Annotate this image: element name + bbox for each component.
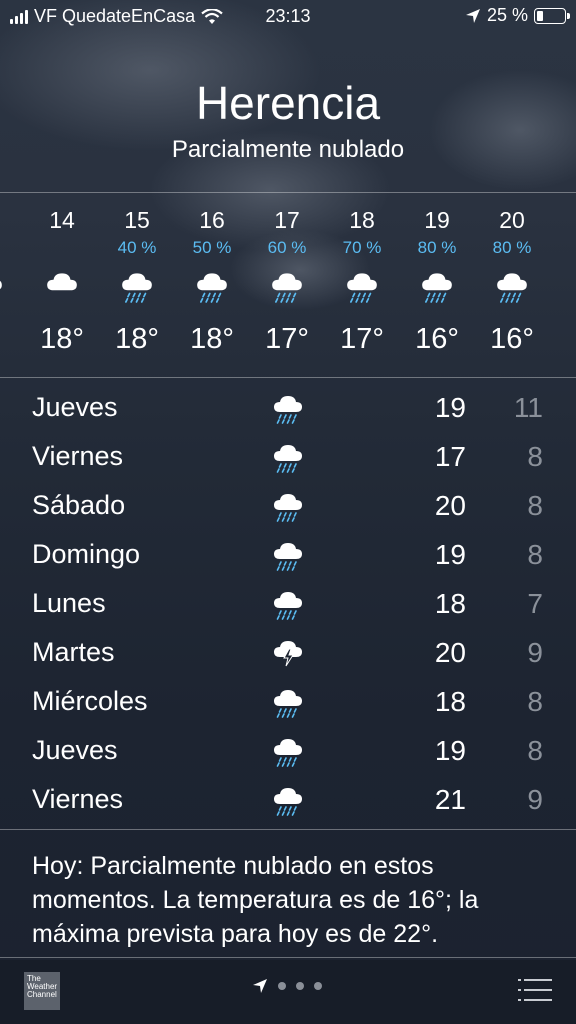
hour-label: 2 xyxy=(552,207,576,234)
list-icon[interactable] xyxy=(518,978,552,1002)
rain-icon xyxy=(344,267,380,303)
rain-icon xyxy=(271,684,305,718)
low-temp: 8 xyxy=(527,441,543,472)
city-name: Herencia xyxy=(195,77,381,129)
today-summary: Hoy: Parcialmente nublado en estos momen… xyxy=(32,852,479,948)
divider xyxy=(0,957,576,958)
rain-icon xyxy=(269,267,305,303)
day-name: Domingo xyxy=(32,539,141,569)
rain-icon xyxy=(194,267,230,303)
daily-row: Martes 20 9 xyxy=(0,629,576,678)
day-name: Martes xyxy=(32,637,115,667)
daily-row: Lunes 18 7 xyxy=(0,580,576,629)
status-bar: VF QuedateEnCasa 23:13 25 % xyxy=(0,0,576,32)
hourly-forecast[interactable]: 13 ° 14 18° 15 40 % 18° 16 50 % 18° 17 60 % 17° 18 70 … xyxy=(0,193,576,377)
low-temp: 9 xyxy=(527,637,543,668)
hour-label: 18 xyxy=(349,207,375,233)
day-name: Jueves xyxy=(32,735,118,765)
daily-row: Jueves 19 8 xyxy=(0,727,576,776)
rain-icon xyxy=(271,733,305,767)
page-dot[interactable] xyxy=(314,982,322,990)
weather-channel-logo[interactable]: The Weather Channel xyxy=(24,972,60,1010)
precip-chance: 60 % xyxy=(267,238,307,257)
rain-icon xyxy=(271,782,305,816)
rain-icon xyxy=(419,267,455,303)
daily-row: Viernes 17 8 xyxy=(0,433,576,482)
day-name: Lunes xyxy=(32,588,106,618)
hour-temp: 16° xyxy=(490,323,534,355)
weather-icon xyxy=(569,267,576,303)
current-condition: Parcialmente nublado xyxy=(171,136,405,163)
precip-chance: 80 % xyxy=(417,238,457,257)
low-temp: 8 xyxy=(527,735,543,766)
rain-icon xyxy=(271,537,305,571)
daily-row: Miércoles 18 8 xyxy=(0,678,576,727)
rain-icon xyxy=(271,439,305,473)
hour-temp: 17° xyxy=(265,323,309,355)
precip-chance: 70 % xyxy=(342,238,382,257)
high-temp: 19 xyxy=(434,392,466,423)
daily-row: Jueves 19 11 xyxy=(0,384,576,433)
page-dot[interactable] xyxy=(278,982,286,990)
day-name: Viernes xyxy=(32,441,124,471)
hour-temp: 18° xyxy=(190,323,234,355)
rain-icon xyxy=(119,267,155,303)
rain-icon xyxy=(494,267,530,303)
hour-label: 19 xyxy=(424,207,450,233)
high-temp: 20 xyxy=(434,490,466,521)
hour-temp: √ xyxy=(552,323,576,356)
divider xyxy=(0,829,576,830)
high-temp: 21 xyxy=(434,784,466,815)
hour-label: 13 xyxy=(0,207,22,234)
day-name: Viernes xyxy=(32,784,124,814)
low-temp: 8 xyxy=(527,539,543,570)
hour-temp: 18° xyxy=(40,323,84,355)
rain-icon xyxy=(271,586,305,620)
low-temp: 7 xyxy=(527,588,543,619)
precip-chance: 50 % xyxy=(192,238,232,257)
high-temp: 20 xyxy=(434,637,466,668)
battery-icon xyxy=(534,7,570,24)
hour-label: 14 xyxy=(49,207,75,233)
daily-forecast[interactable]: Jueves 19 11 Viernes 17 8 Sábado 20 8 Domingo 19 8 L… xyxy=(0,384,576,825)
battery-percent: 25 % xyxy=(486,5,528,25)
bottom-toolbar: The Weather Channel xyxy=(0,960,576,1024)
thunderstorm-icon xyxy=(271,635,305,669)
hour-label: 15 xyxy=(124,207,150,233)
hour-label: 20 xyxy=(499,207,525,233)
partly-cloudy-icon xyxy=(0,267,5,303)
hour-temp: 16° xyxy=(415,323,459,355)
location-arrow-icon xyxy=(465,8,480,23)
rain-icon xyxy=(271,390,305,424)
rain-icon xyxy=(271,488,305,522)
hour-label: 16 xyxy=(199,207,225,233)
precip-chance: 40 % xyxy=(117,238,157,257)
hour-temp: 17° xyxy=(340,323,384,355)
high-temp: 19 xyxy=(434,735,466,766)
cloud-icon xyxy=(44,267,80,303)
daily-row: Domingo 19 8 xyxy=(0,531,576,580)
page-indicator[interactable] xyxy=(252,978,322,994)
high-temp: 19 xyxy=(434,539,466,570)
high-temp: 18 xyxy=(434,588,466,619)
day-name: Sábado xyxy=(32,490,126,520)
hour-temp: ° xyxy=(0,323,22,356)
high-temp: 18 xyxy=(434,686,466,717)
page-dot[interactable] xyxy=(296,982,304,990)
hour-temp: 18° xyxy=(115,323,159,355)
day-name: Miércoles xyxy=(32,686,148,716)
divider xyxy=(0,377,576,378)
daily-row: Viernes 21 9 xyxy=(0,776,576,825)
low-temp: 8 xyxy=(527,686,543,717)
location-arrow-icon xyxy=(253,979,267,993)
hour-label: 17 xyxy=(274,207,300,233)
low-temp: 8 xyxy=(527,490,543,521)
daily-row: Sábado 20 8 xyxy=(0,482,576,531)
low-temp: 9 xyxy=(527,784,543,815)
low-temp: 11 xyxy=(513,392,543,423)
day-name: Jueves xyxy=(32,392,118,422)
precip-chance: 80 % xyxy=(492,238,532,257)
high-temp: 17 xyxy=(434,441,466,472)
